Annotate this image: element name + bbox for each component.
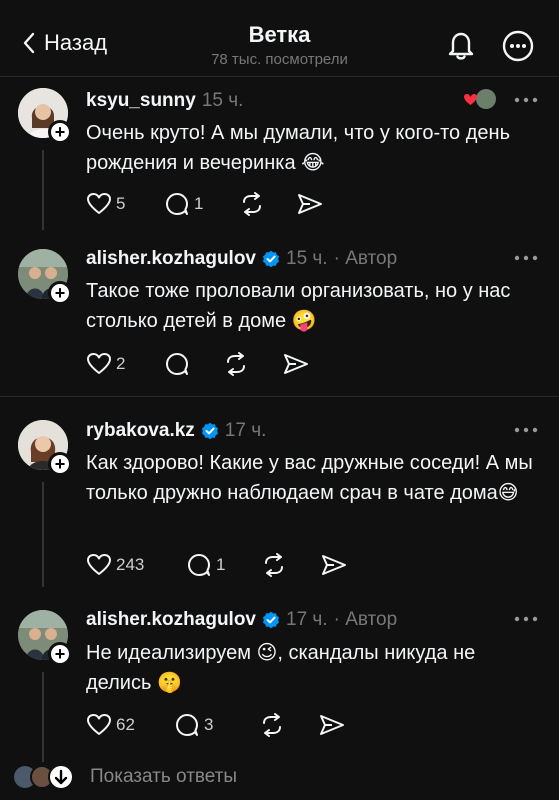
timestamp: 15 ч.	[286, 248, 328, 269]
send-icon	[298, 194, 322, 214]
send-icon	[320, 715, 344, 735]
like-button[interactable]: 243	[86, 553, 186, 577]
thread-line	[42, 672, 44, 762]
heart-icon	[87, 193, 111, 214]
repost-button[interactable]	[238, 192, 296, 216]
reply-post: + ksyu_sunny 15 ч. Очень круто! А мы дум…	[0, 76, 559, 236]
repost-icon	[263, 713, 281, 737]
thread-header: Назад Ветка 78 тыс. посмотрели	[0, 0, 559, 77]
like-button[interactable]: 5	[86, 192, 164, 216]
send-icon	[284, 354, 308, 374]
username[interactable]: ksyu_sunny	[86, 90, 196, 112]
follow-plus-button[interactable]: +	[48, 281, 72, 305]
follow-plus-button[interactable]: +	[48, 642, 72, 666]
reply-post: + alisher.kozhagulov 17 ч. · Автор Не ид…	[0, 597, 559, 762]
more-options-icon[interactable]	[502, 30, 534, 62]
post-menu-icon[interactable]	[513, 254, 539, 262]
username[interactable]: alisher.kozhagulov	[86, 248, 256, 270]
reply-button[interactable]: 1	[186, 553, 260, 577]
timestamp: 17 ч.	[286, 609, 328, 630]
post-menu-icon[interactable]	[513, 426, 539, 434]
repost-icon	[243, 192, 261, 216]
verified-badge-icon	[263, 250, 279, 268]
like-count: 5	[116, 194, 126, 213]
repost-button[interactable]	[222, 352, 282, 376]
comment-icon	[166, 353, 188, 375]
comment-icon	[188, 554, 210, 576]
share-button[interactable]	[318, 713, 346, 737]
post-menu-icon[interactable]	[513, 615, 539, 623]
thread-line	[42, 150, 44, 230]
follow-plus-button[interactable]: +	[48, 120, 72, 144]
author-tag: · Автор	[333, 248, 398, 269]
verified-badge-icon	[201, 422, 218, 440]
heart-icon	[87, 554, 111, 575]
post-text: Такое тоже проловали организовать, но у …	[86, 280, 511, 332]
comment-icon	[176, 714, 198, 736]
author-tag: · Автор	[333, 609, 398, 630]
send-icon	[322, 555, 346, 575]
like-button[interactable]: 62	[86, 713, 174, 737]
comment-icon	[166, 193, 188, 215]
reply-button[interactable]: 1	[164, 192, 238, 216]
share-button[interactable]	[296, 192, 324, 216]
reply-count: 3	[204, 715, 214, 734]
follow-plus-button[interactable]: +	[48, 452, 72, 476]
timestamp: 17 ч.	[224, 420, 267, 441]
bell-icon[interactable]	[444, 28, 478, 62]
reply-count: 1	[216, 555, 226, 574]
show-replies-row[interactable]: Показать ответы	[0, 760, 559, 794]
post-text: Как здорово! Какие у вас дружные соседи!…	[86, 452, 533, 504]
share-button[interactable]	[320, 553, 348, 577]
like-count: 2	[116, 354, 126, 373]
heart-icon	[87, 353, 111, 374]
show-replies-label[interactable]: Показать ответы	[90, 766, 237, 788]
repost-icon	[265, 553, 283, 577]
post-text: Очень круто! А мы думали, что у кого-то …	[86, 122, 510, 174]
like-button[interactable]: 2	[86, 352, 164, 376]
timestamp: 15 ч.	[201, 90, 244, 111]
repost-button[interactable]	[260, 553, 320, 577]
username[interactable]: alisher.kozhagulov	[86, 609, 256, 631]
username[interactable]: rybakova.kz	[86, 420, 195, 442]
like-count: 243	[116, 555, 145, 574]
like-count: 62	[116, 715, 135, 734]
reply-button[interactable]: 3	[174, 713, 258, 737]
liked-by-avatars	[462, 87, 498, 111]
reply-post: + rybakova.kz 17 ч. Как здорово! Какие у…	[0, 397, 559, 597]
heart-icon	[87, 714, 111, 735]
reply-count: 1	[194, 194, 204, 213]
thread-line	[42, 482, 44, 587]
post-text: Не идеализируем 😉, скандалы никуда не де…	[86, 642, 476, 694]
reply-post: + alisher.kozhagulov 15 ч. · Автор Такое…	[0, 236, 559, 396]
verified-badge-icon	[263, 611, 279, 629]
share-button[interactable]	[282, 352, 310, 376]
replier-avatars	[14, 764, 74, 790]
repost-button[interactable]	[258, 713, 318, 737]
reply-button[interactable]	[164, 352, 222, 376]
post-menu-icon[interactable]	[513, 96, 539, 104]
repost-icon	[227, 352, 245, 376]
